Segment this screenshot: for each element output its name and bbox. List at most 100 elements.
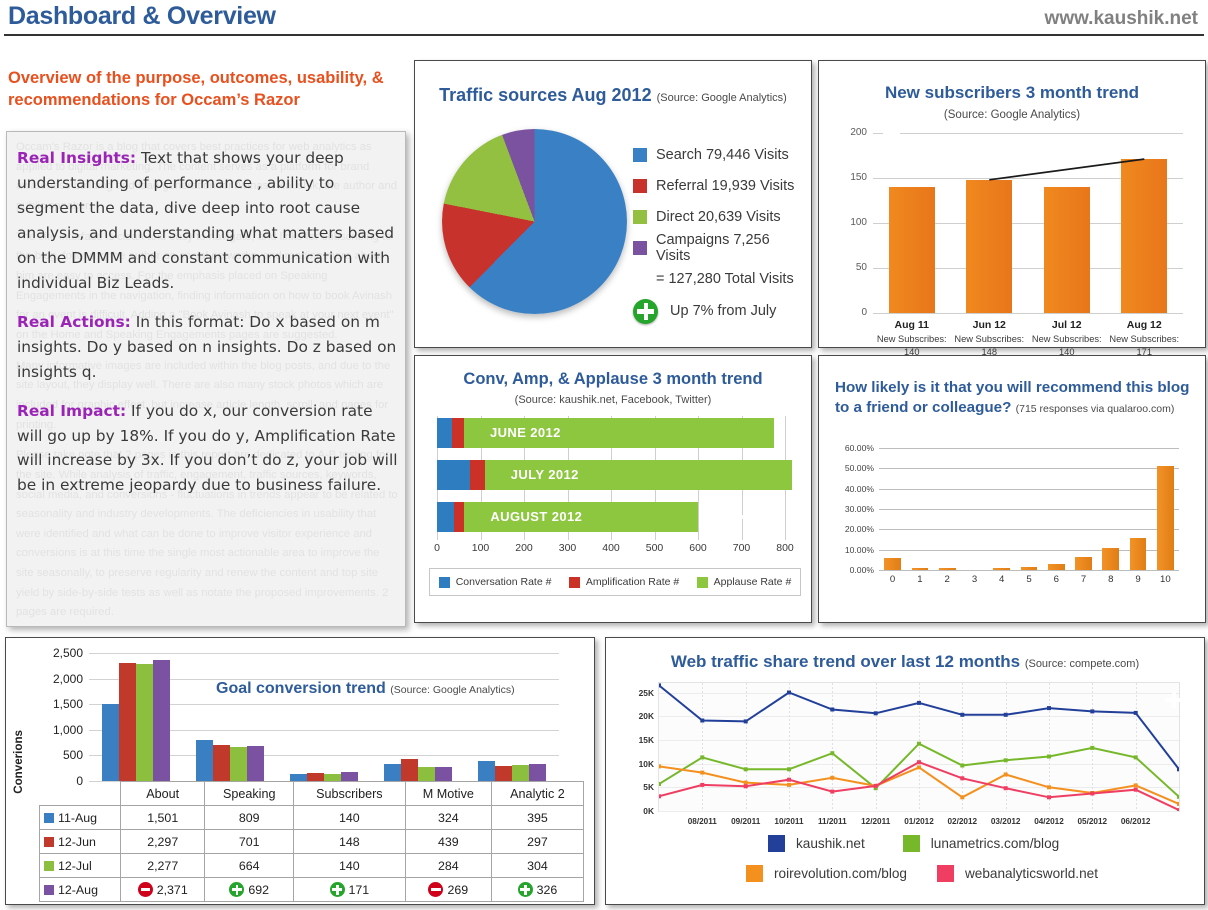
table-cell: 2,297 (119, 829, 206, 854)
legend-label: Referral 19,939 Visits (656, 177, 795, 194)
series-point (743, 767, 748, 772)
callout-label: Real Actions: (17, 312, 131, 331)
series-point (1047, 754, 1051, 759)
series-point (1133, 710, 1138, 715)
legend-label: roirevolution.com/blog (774, 865, 907, 881)
detail-month: Jul 12 (1051, 319, 1082, 331)
legend-item: Conversation Rate # (438, 576, 551, 588)
bar-group (465, 653, 559, 781)
legend-swatch (633, 147, 647, 162)
bar (993, 567, 1011, 570)
table-header-row: About Speaking Subscribers M Motive Analytic… (39, 781, 585, 806)
nps-source: (715 responses via qualaroo.com) (1015, 403, 1175, 416)
bar-group (183, 653, 277, 781)
overview-heading: Overview of the purpose, outcomes, usabi… (8, 69, 384, 109)
x-tick-label: 10 (1160, 574, 1171, 585)
series-point (917, 760, 921, 765)
conv-amp-title: Conv, Amp, & Applause 3 month trend (463, 370, 763, 388)
legend-swatch (438, 576, 450, 588)
web-traffic-source: (Source: compete.com) (1024, 658, 1140, 670)
legend-item: Amplification Rate # (568, 576, 679, 588)
web-traffic-legend: kaushik.net lunametrics.com/blog roirevolu… (658, 828, 1178, 888)
y-tick-label: 30.00% (844, 504, 874, 514)
table-cell: 439 (404, 829, 492, 854)
series-swatch (44, 884, 54, 895)
legend-swatch (696, 576, 708, 588)
legend-item: Campaigns 7,256 Visits (633, 231, 805, 264)
table-cell: 326 (490, 877, 585, 902)
traffic-sources-source: (Source: Google Analytics) (656, 92, 787, 104)
traffic-sources-panel: Traffic sources Aug 2012 (Source: Google… (414, 60, 812, 348)
stacked-bar-row: JULY 2012 (437, 460, 792, 490)
legend-item: Direct 20,639 Visits (633, 201, 805, 232)
legend-label: Applause Rate # (713, 576, 792, 588)
series-point (917, 700, 921, 705)
traffic-sources-legend: Search 79,446 Visits Referral 19,939 Visi… (633, 139, 805, 328)
legend-label: Campaigns 7,256 Visits (656, 231, 770, 264)
bar-segment (437, 502, 454, 532)
legend-swatch (633, 178, 647, 193)
goal-conversion-panel: Converions Goal conversion trend (Source… (5, 637, 595, 905)
nps-plot: 0.00% 10.00% 20.00% 30.00% 40.00% 50.00% 60.00… (845, 443, 1179, 585)
table-cell: 269 (404, 877, 492, 902)
x-tick-label: 7 (1080, 574, 1087, 585)
y-tick-label: 0 (861, 307, 867, 318)
bar (495, 765, 512, 781)
header-divider (4, 34, 1204, 36)
conv-amp-plot: JUNE 2012 JULY 2012 AUGUST 2012 (437, 416, 792, 540)
series-point (1177, 801, 1179, 806)
series-point (787, 690, 791, 695)
series-point (1090, 745, 1095, 750)
table-cell: 395 (490, 805, 585, 830)
legend-item: Search 79,446 Visits (633, 139, 805, 170)
series-point (1133, 783, 1138, 788)
series-swatch (44, 836, 54, 847)
legend-label: kaushik.net (796, 835, 865, 851)
x-tick-label: 08/2011 (687, 817, 717, 826)
series-point (1003, 712, 1008, 717)
legend-swatch (902, 834, 920, 852)
table-row: 11-Aug 1,501 809 140 324 395 (39, 805, 585, 830)
bar-label: JULY 2012 (510, 467, 579, 482)
stacked-bar-row: JUNE 2012 (437, 418, 785, 448)
legend-swatch (633, 240, 647, 255)
bar-label: AUGUST 2012 (490, 509, 583, 524)
series-point (1090, 791, 1095, 796)
legend-swatch (768, 834, 785, 852)
series-point (743, 719, 748, 724)
y-tick-label: 1,500 (52, 697, 83, 712)
x-tick-label: 100 (471, 542, 490, 554)
x-tick-label: 01/2012 (904, 817, 934, 826)
minus-circle-red-icon (137, 882, 153, 897)
series-point (960, 776, 965, 781)
new-subscribers-plot: 0 50 100 150 200 (850, 125, 1183, 318)
x-tick-label: 400 (602, 542, 620, 554)
minus-circle-red-icon (428, 882, 444, 897)
bar (938, 567, 956, 570)
x-tick-label: 05/2012 (1077, 817, 1108, 826)
y-tick-label: 50.00% (844, 463, 874, 474)
series-line (659, 742, 1179, 798)
series-point (960, 795, 965, 800)
gridline (879, 509, 1179, 510)
bar (435, 767, 452, 781)
table-cell: 148 (293, 829, 406, 854)
series-point (1003, 772, 1008, 777)
bar (119, 663, 136, 781)
row-key: 12-Jul (39, 853, 121, 878)
bar (1156, 465, 1174, 570)
callout-label: Real Insights: (17, 149, 137, 167)
table-cell: 140 (293, 805, 406, 830)
series-swatch (44, 860, 54, 871)
bar-group (277, 653, 371, 781)
table-cell: 809 (204, 805, 294, 830)
column-header: Speaking (204, 781, 294, 806)
column-header: Analytic 2 (490, 781, 585, 806)
legend-swatch (568, 576, 580, 588)
bar (401, 758, 418, 781)
overview-callouts: Real Insights: Text that shows your deep… (17, 146, 399, 512)
series-point (1047, 706, 1051, 711)
y-tick-label: 10.00% (844, 544, 874, 555)
page-title: Dashboard & Overview (8, 2, 276, 30)
series-point (1133, 755, 1138, 760)
